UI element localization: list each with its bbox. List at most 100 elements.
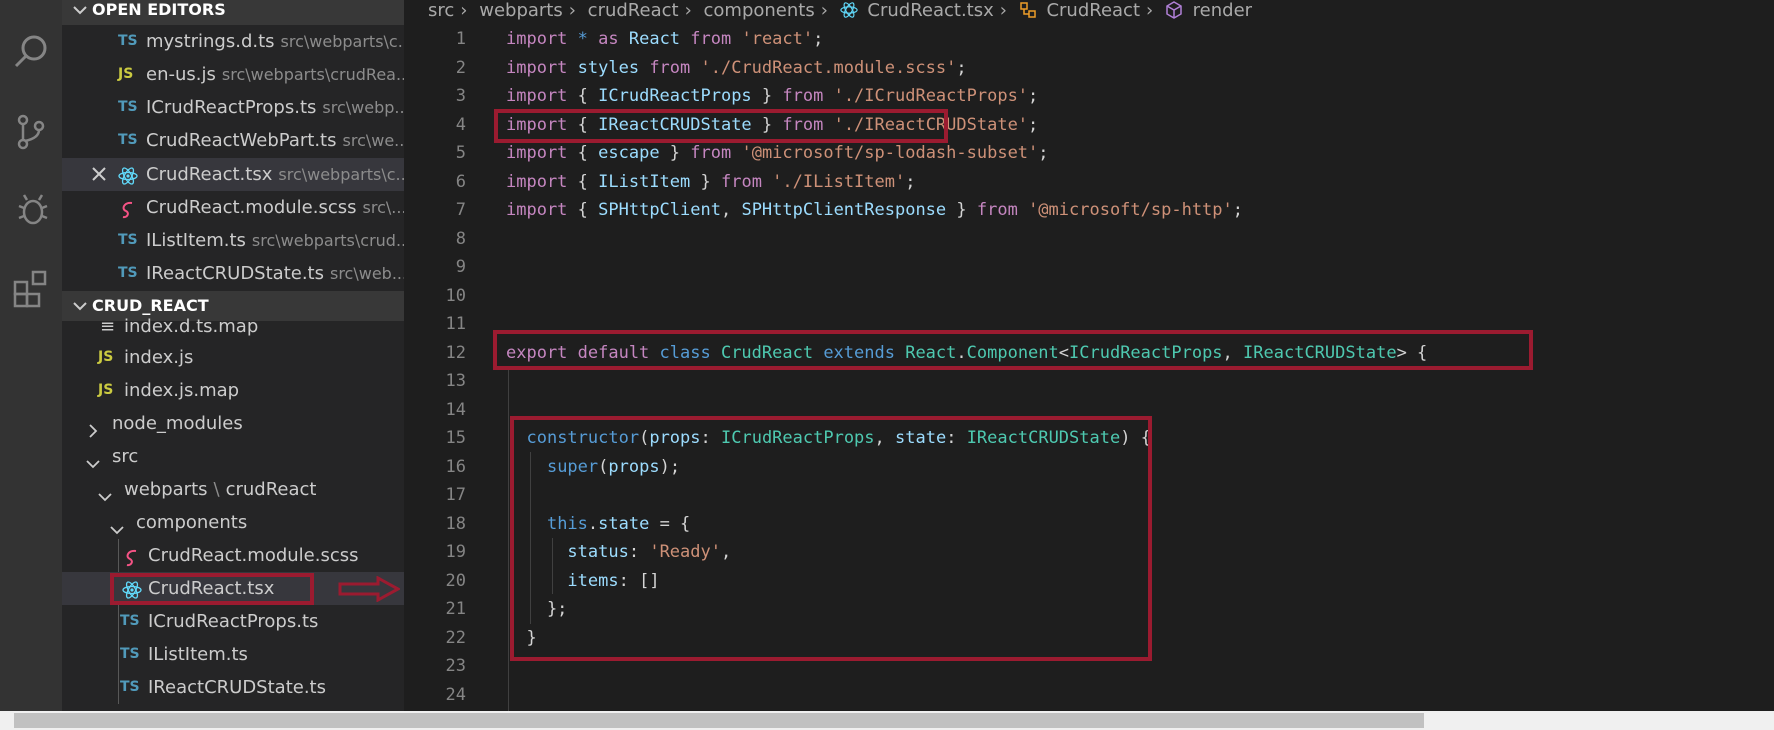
line-number: 16 (445, 456, 466, 477)
tree-item[interactable]: TS IReactCRUDState.ts (62, 671, 404, 704)
code-token: ICrudReactProps (598, 86, 762, 106)
code-token: } (669, 143, 691, 163)
highlight-box (510, 416, 1152, 661)
tree-item[interactable]: TS IListItem.ts (62, 638, 404, 671)
line-number: 11 (445, 314, 466, 334)
open-editor-item[interactable]: TS ICrudReactProps.ts src\webp... (62, 91, 404, 124)
code-token: { (577, 143, 599, 163)
code-line[interactable]: import { SPHttpClient, SPHttpClientRespo… (506, 200, 1243, 220)
line-number: 2 (455, 57, 466, 78)
breadcrumb-item[interactable]: CrudReact.tsx (867, 0, 993, 22)
code-token: SPHttpClientResponse (741, 200, 957, 220)
open-editor-path: src\... (362, 198, 405, 217)
open-editor-item[interactable]: JS en-us.js src\webparts\crudRea... (62, 58, 404, 91)
breadcrumb-item[interactable]: components (704, 0, 815, 22)
code-line[interactable]: import { ICrudReactProps } from './ICrud… (506, 86, 1038, 106)
code-token: ; (813, 29, 824, 49)
open-editor-item[interactable]: CrudReact.module.scss src\... (62, 191, 404, 224)
line-number: 4 (455, 114, 466, 135)
open-editors-header[interactable]: OPEN EDITORS (62, 0, 404, 25)
tree-item[interactable]: TS ICrudReactProps.ts (62, 605, 404, 638)
code-token: { (577, 86, 599, 106)
open-editor-item[interactable]: TS IReactCRUDState.ts src\web... (62, 257, 404, 290)
chevron-down-icon (70, 0, 90, 25)
debug-icon[interactable] (7, 186, 55, 234)
breadcrumb-item[interactable]: CrudReact (1046, 0, 1140, 22)
open-editor-path: src\webparts\c... (278, 165, 404, 184)
breadcrumb-item[interactable]: webparts (479, 0, 563, 22)
open-editor-item-active[interactable]: CrudReact.tsx src\webparts\c... (62, 158, 404, 191)
open-editor-path: src\webparts\crudRea... (221, 65, 404, 84)
chevron-down-icon (110, 515, 124, 535)
code-token: styles (577, 57, 650, 78)
react-icon (839, 1, 858, 25)
code-editor[interactable]: src › webparts › crudReact › components › Cr… (404, 0, 1774, 711)
code-token: '@microsoft/sp-http' (1028, 200, 1233, 220)
line-number: 10 (445, 285, 466, 306)
line-number: 9 (455, 257, 466, 277)
code-token: ; (1038, 143, 1049, 163)
breadcrumb-item[interactable]: crudReact (588, 0, 679, 22)
open-editor-name: IReactCRUDState.ts (146, 263, 324, 284)
line-number: 1 (455, 29, 466, 49)
code-token: './IListItem' (772, 171, 906, 192)
breadcrumb-item[interactable]: src (428, 0, 454, 22)
open-editor-item[interactable]: TS CrudReactWebPart.ts src\we... (62, 124, 404, 157)
open-editor-path: src\webparts\crud... (251, 231, 404, 250)
open-editor-name: mystrings.d.ts (146, 31, 275, 52)
open-editor-name: CrudReact.tsx (146, 164, 273, 185)
close-icon[interactable] (90, 158, 108, 191)
code-line[interactable]: import { escape } from '@microsoft/sp-lo… (506, 143, 1049, 163)
extensions-icon[interactable] (7, 262, 55, 310)
source-control-icon[interactable] (7, 108, 55, 156)
code-token: 'react' (741, 29, 814, 49)
tree-item[interactable]: ≡ index.d.ts.map (62, 310, 404, 343)
line-number: 20 (445, 570, 466, 591)
class-icon (1019, 1, 1037, 25)
open-editor-name: en-us.js (146, 64, 216, 85)
method-icon (1165, 1, 1183, 25)
scss-icon (122, 546, 142, 567)
scrollbar-thumb[interactable] (14, 713, 1424, 728)
tree-folder-webparts[interactable]: webparts \ crudReact (62, 473, 404, 506)
open-editor-name: CrudReactWebPart.ts (146, 130, 337, 151)
code-token: } (700, 171, 721, 192)
tree-folder-components[interactable]: components (62, 506, 404, 539)
line-number: 18 (445, 513, 466, 534)
line-number: 15 (445, 428, 466, 448)
code-token: './CrudReact.module.scss' (700, 57, 957, 78)
line-number: 21 (445, 599, 466, 619)
code-line[interactable]: import { IListItem } from './IListItem'; (506, 172, 915, 192)
tree-folder-src[interactable]: src (62, 440, 404, 473)
tree-folder-node-modules[interactable]: node_modules (62, 407, 404, 440)
tree-item[interactable]: JS index.js.map (62, 374, 404, 407)
breadcrumb-item[interactable]: render (1193, 0, 1252, 22)
line-number: 22 (445, 627, 466, 648)
highlight-box (494, 109, 948, 143)
code-token: * (577, 29, 599, 49)
open-editor-name: IListItem.ts (146, 230, 246, 251)
code-token: import (506, 57, 578, 78)
horizontal-scrollbar[interactable] (0, 711, 1774, 730)
tree-item[interactable]: JS index.js (62, 341, 404, 374)
highlight-box (110, 573, 314, 605)
line-number: 24 (445, 684, 466, 705)
code-token: import (506, 143, 578, 163)
activity-bar (0, 0, 62, 711)
code-token: { (577, 200, 599, 220)
code-token: ; (956, 57, 967, 78)
open-editor-item[interactable]: TS mystrings.d.ts src\webparts\c... (62, 25, 404, 58)
code-token: ; (1232, 200, 1244, 220)
open-editor-path: src\webparts\c... (280, 32, 404, 51)
search-icon[interactable] (7, 28, 55, 76)
code-token: } (761, 86, 783, 106)
code-line[interactable]: import styles from './CrudReact.module.s… (506, 58, 967, 78)
tree-item[interactable]: CrudReact.module.scss (62, 539, 404, 572)
chevron-down-icon (98, 482, 112, 502)
code-line[interactable]: import * as React from 'react'; (506, 29, 823, 49)
code-token: from (690, 143, 742, 163)
open-editor-item[interactable]: TS IListItem.ts src\webparts\crud... (62, 224, 404, 257)
open-editor-path: src\we... (342, 131, 405, 150)
code-token: import (506, 171, 578, 192)
code-token: './ICrudReactProps' (833, 86, 1029, 106)
